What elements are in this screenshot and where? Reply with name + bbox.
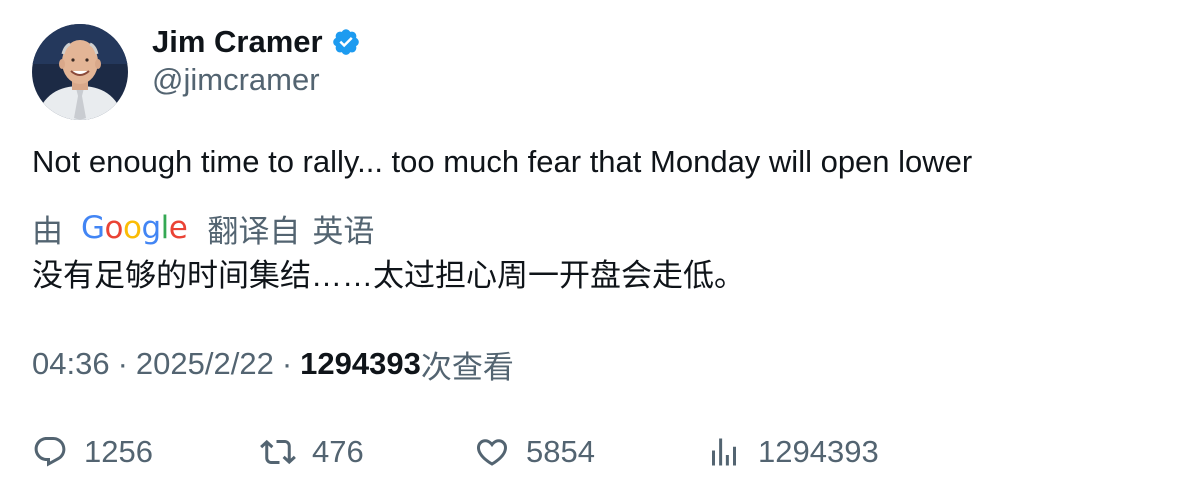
- profile-photo-icon: [32, 24, 128, 120]
- verified-badge-icon[interactable]: [331, 27, 361, 57]
- translation-suffix: 翻译自: [207, 213, 301, 249]
- google-logo: Google: [81, 210, 188, 246]
- translation-source-language[interactable]: 英语: [312, 206, 374, 251]
- translation-prefix: 由: [32, 213, 63, 249]
- views-label: 次查看: [420, 349, 514, 385]
- author-name-row: Jim Cramer: [152, 22, 361, 62]
- tweet-date[interactable]: 2025/2/22: [136, 346, 274, 382]
- views-chart-icon: [712, 438, 736, 466]
- like-count: 5854: [526, 434, 595, 469]
- translation-attribution: 由 Google 翻译自 英语: [32, 207, 374, 249]
- reply-count: 1256: [84, 434, 153, 469]
- reply-icon: [34, 437, 66, 467]
- views-button[interactable]: 1294393: [706, 430, 879, 474]
- translated-text: 没有足够的时间集结……太过担心周一开盘会走低。: [32, 258, 745, 293]
- heart-icon: [476, 439, 508, 466]
- meta-separator: ·: [117, 346, 128, 381]
- views-count: 1294393: [300, 346, 421, 381]
- author-handle[interactable]: @jimcramer: [152, 62, 320, 98]
- display-name[interactable]: Jim Cramer: [152, 24, 323, 60]
- retweet-icon: [260, 439, 296, 465]
- meta-separator: ·: [281, 346, 293, 381]
- retweet-count: 476: [312, 434, 364, 469]
- avatar[interactable]: [32, 24, 128, 120]
- tweet-time[interactable]: 04:36: [32, 346, 110, 382]
- reply-button[interactable]: 1256: [32, 430, 153, 474]
- views-count-action: 1294393: [758, 434, 879, 469]
- retweet-button[interactable]: 476: [260, 430, 364, 474]
- like-button[interactable]: 5854: [474, 430, 595, 474]
- tweet-meta: 04:36 · 2025/2/22 · 1294393 次查看: [32, 344, 514, 385]
- tweet-text: Not enough time to rally... too much fea…: [32, 144, 973, 179]
